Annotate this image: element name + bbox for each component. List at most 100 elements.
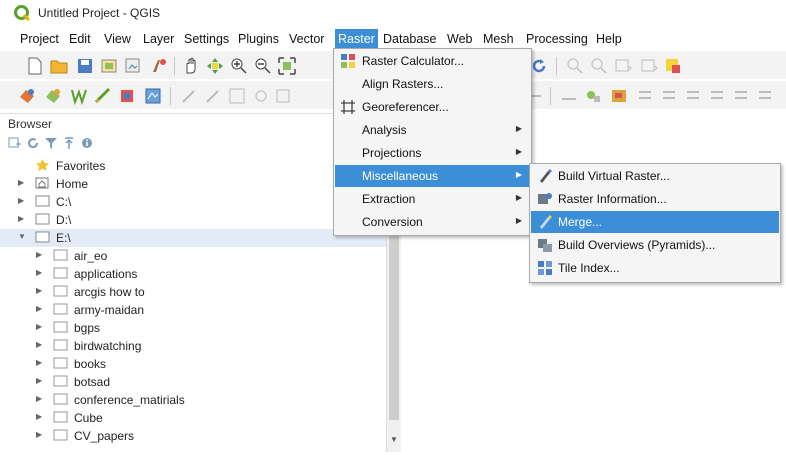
add-mesh-layer-icon[interactable]	[94, 87, 112, 105]
digitize-icon[interactable]	[204, 87, 222, 105]
add-delimited-text-icon[interactable]	[118, 87, 136, 105]
menu-item-conversion[interactable]: Conversion ▶	[335, 211, 530, 233]
tree-item[interactable]: ▼ E:\	[0, 229, 390, 247]
tree-item[interactable]: ▶ applications	[0, 265, 390, 283]
menu-raster[interactable]: Raster	[335, 29, 378, 49]
menu-item-miscellaneous[interactable]: Miscellaneous ▶	[335, 165, 530, 187]
menu-plugins[interactable]: Plugins	[238, 32, 279, 46]
filter-browser-icon[interactable]	[44, 136, 58, 150]
menu-item-merge[interactable]: Merge...	[531, 211, 779, 233]
refresh-icon[interactable]	[530, 57, 548, 75]
add-selected-layers-icon[interactable]	[8, 136, 22, 150]
toggle-editing-icon[interactable]	[180, 87, 198, 105]
menu-item-align-rasters[interactable]: Align Rasters...	[335, 73, 530, 95]
tree-item[interactable]: ▶ bgps	[0, 319, 390, 337]
menu-vector[interactable]: Vector	[289, 32, 324, 46]
vertex-tool-icon[interactable]	[274, 87, 292, 105]
zoom-full-icon[interactable]	[278, 57, 296, 75]
select-by-value-icon[interactable]	[614, 57, 632, 75]
label-rotate-icon[interactable]	[684, 87, 702, 105]
add-raster-layer-icon[interactable]	[70, 87, 88, 105]
save-project-icon[interactable]	[76, 57, 94, 75]
menu-database[interactable]: Database	[383, 32, 437, 46]
select-features-icon[interactable]	[590, 57, 608, 75]
layout-manager-icon[interactable]	[124, 57, 142, 75]
expand-arrow-right-icon[interactable]: ▶	[18, 196, 26, 206]
expand-arrow-right-icon[interactable]: ▶	[36, 376, 44, 386]
save-edits-icon[interactable]	[228, 87, 246, 105]
expand-arrow-right-icon[interactable]: ▶	[18, 214, 26, 224]
collapse-all-icon[interactable]	[62, 136, 76, 150]
label-change-icon[interactable]	[708, 87, 726, 105]
tree-item[interactable]: ▶ birdwatching	[0, 337, 390, 355]
zoom-out-icon[interactable]	[254, 57, 272, 75]
tree-item[interactable]: ▶ CV_papers	[0, 427, 390, 445]
add-feature-icon[interactable]	[252, 87, 270, 105]
menu-item-build-overviews[interactable]: Build Overviews (Pyramids)...	[531, 234, 779, 256]
layer-labeling-icon[interactable]	[584, 87, 602, 105]
new-print-layout-icon[interactable]	[100, 57, 118, 75]
menu-item-extraction[interactable]: Extraction ▶	[335, 188, 530, 210]
tree-item[interactable]: ▶ arcgis how to	[0, 283, 390, 301]
tree-item[interactable]: ▶ air_eo	[0, 247, 390, 265]
identify-features-icon[interactable]	[566, 57, 584, 75]
add-vector-layer-icon[interactable]	[44, 87, 62, 105]
menu-item-raster-calculator[interactable]: Raster Calculator...	[335, 50, 530, 72]
expand-arrow-right-icon[interactable]: ▶	[36, 394, 44, 404]
style-manager-icon[interactable]	[150, 57, 168, 75]
expand-arrow-right-icon[interactable]: ▶	[36, 268, 44, 278]
open-project-icon[interactable]	[50, 57, 68, 75]
menu-processing[interactable]: Processing	[526, 32, 588, 46]
menu-mesh[interactable]: Mesh	[483, 32, 514, 46]
menu-web[interactable]: Web	[447, 32, 472, 46]
tree-item[interactable]: Favorites	[0, 157, 390, 175]
data-source-manager-icon[interactable]	[18, 87, 36, 105]
label-undo-icon[interactable]	[756, 87, 774, 105]
expand-arrow-right-icon[interactable]: ▶	[36, 286, 44, 296]
tree-item[interactable]: ▶ army-maidan	[0, 301, 390, 319]
label-diagram-icon[interactable]	[732, 87, 750, 105]
menu-item-analysis[interactable]: Analysis ▶	[335, 119, 530, 141]
tree-item[interactable]: ▶ conference_matirials	[0, 391, 390, 409]
tree-item[interactable]: ▶ botsad	[0, 373, 390, 391]
tree-item[interactable]: ▶ books	[0, 355, 390, 373]
tree-item[interactable]: ▶ D:\	[0, 211, 390, 229]
menu-project[interactable]: Project	[20, 32, 59, 46]
menu-item-projections[interactable]: Projections ▶	[335, 142, 530, 164]
label-show-hide-icon[interactable]	[636, 87, 654, 105]
tree-item[interactable]: ▶ Home	[0, 175, 390, 193]
label-move-icon[interactable]	[660, 87, 678, 105]
refresh-browser-icon[interactable]	[26, 136, 40, 150]
expand-arrow-down-icon[interactable]: ▼	[18, 232, 26, 242]
enable-properties-icon[interactable]	[80, 136, 94, 150]
zoom-in-icon[interactable]	[230, 57, 248, 75]
new-project-icon[interactable]	[26, 57, 44, 75]
menu-item-tile-index[interactable]: Tile Index...	[531, 257, 779, 279]
deselect-icon[interactable]	[640, 57, 658, 75]
expand-arrow-right-icon[interactable]: ▶	[36, 412, 44, 422]
expand-arrow-right-icon[interactable]: ▶	[36, 304, 44, 314]
tree-item[interactable]: ▶ C:\	[0, 193, 390, 211]
menu-settings[interactable]: Settings	[184, 32, 229, 46]
menu-item-georeferencer[interactable]: Georeferencer...	[335, 96, 530, 118]
pan-to-selection-icon[interactable]	[206, 57, 224, 75]
tree-item[interactable]: ▶ Cube	[0, 409, 390, 427]
menu-edit[interactable]: Edit	[69, 32, 91, 46]
open-attribute-table-icon[interactable]	[664, 57, 682, 75]
menu-item-build-virtual-raster[interactable]: Build Virtual Raster...	[531, 165, 779, 187]
pan-map-icon[interactable]	[182, 57, 200, 75]
expand-arrow-right-icon[interactable]: ▶	[36, 358, 44, 368]
menu-item-raster-information[interactable]: Raster Information...	[531, 188, 779, 210]
menu-view[interactable]: View	[104, 32, 131, 46]
menu-layer[interactable]: Layer	[143, 32, 174, 46]
expand-arrow-right-icon[interactable]: ▶	[36, 322, 44, 332]
label-pin-icon[interactable]	[610, 87, 628, 105]
menu-help[interactable]: Help	[596, 32, 622, 46]
label-highlight-icon[interactable]	[560, 87, 578, 105]
expand-arrow-right-icon[interactable]: ▶	[36, 430, 44, 440]
expand-arrow-right-icon[interactable]: ▶	[18, 178, 26, 188]
expand-arrow-right-icon[interactable]: ▶	[36, 340, 44, 350]
scroll-down-arrow-icon[interactable]: ▼	[390, 435, 398, 444]
expand-arrow-right-icon[interactable]: ▶	[36, 250, 44, 260]
add-spatialite-icon[interactable]	[144, 87, 162, 105]
